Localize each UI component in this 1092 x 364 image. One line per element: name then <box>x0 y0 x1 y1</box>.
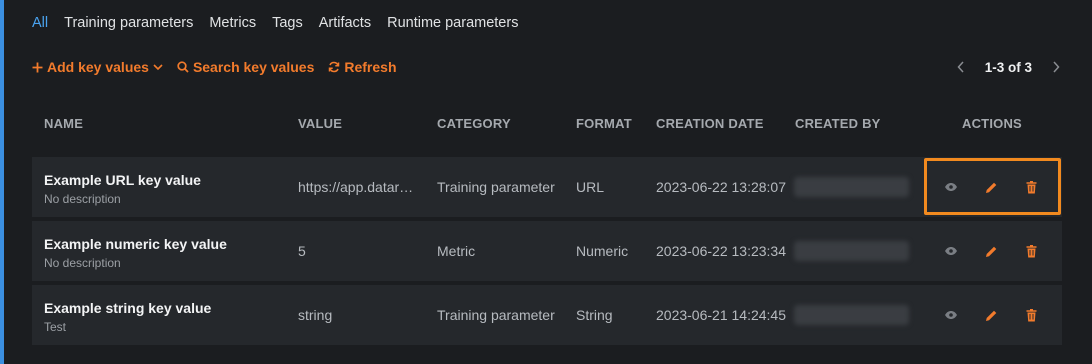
row-name: Example URL key value <box>44 172 201 188</box>
tab-bar: All Training parameters Metrics Tags Art… <box>32 15 518 35</box>
table-row[interactable]: Example URL key value No description htt… <box>32 157 1062 217</box>
prev-page-button[interactable] <box>957 61 965 73</box>
row-format: String <box>576 307 613 323</box>
row-created-by-redacted <box>794 177 909 197</box>
header-category[interactable]: CATEGORY <box>437 116 511 131</box>
eye-icon[interactable] <box>942 178 960 196</box>
row-description: No description <box>44 256 121 270</box>
row-category: Training parameter <box>437 307 555 323</box>
row-category: Training parameter <box>437 179 555 195</box>
plus-icon <box>32 62 43 73</box>
header-format[interactable]: FORMAT <box>576 116 632 131</box>
row-value: string <box>298 307 333 323</box>
row-actions <box>942 177 1040 197</box>
tab-artifacts[interactable]: Artifacts <box>319 15 371 35</box>
tab-runtime-parameters[interactable]: Runtime parameters <box>387 15 518 35</box>
row-description: No description <box>44 192 121 206</box>
row-actions <box>942 305 1040 325</box>
table-row[interactable]: Example string key value Test string Tra… <box>32 285 1062 345</box>
pencil-icon[interactable] <box>982 178 1000 196</box>
header-creation-date[interactable]: CREATION DATE <box>656 116 764 131</box>
row-value: https://app.datar… <box>298 179 414 195</box>
row-category: Metric <box>437 243 476 259</box>
trash-icon[interactable] <box>1022 306 1040 324</box>
row-creation-date: 2023-06-22 13:23:34 <box>656 243 786 259</box>
search-key-values-label: Search key values <box>192 59 315 75</box>
row-actions <box>942 241 1040 261</box>
eye-icon[interactable] <box>942 242 960 260</box>
tab-all[interactable]: All <box>32 15 48 35</box>
search-key-values-button[interactable]: Search key values <box>177 59 314 75</box>
pagination: 1-3 of 3 <box>957 57 1060 77</box>
row-format: URL <box>576 179 605 195</box>
trash-icon[interactable] <box>1022 242 1040 260</box>
tab-metrics[interactable]: Metrics <box>209 15 256 35</box>
chevron-down-icon <box>153 63 163 71</box>
trash-icon[interactable] <box>1022 178 1040 196</box>
tab-tags[interactable]: Tags <box>272 15 303 35</box>
header-value[interactable]: VALUE <box>298 116 342 131</box>
pencil-icon[interactable] <box>982 306 1000 324</box>
row-created-by-redacted <box>794 241 909 261</box>
toolbar: Add key values Search key values Refresh <box>32 57 397 77</box>
search-icon <box>177 61 189 73</box>
add-key-values-label: Add key values <box>47 59 149 75</box>
row-creation-date: 2023-06-21 14:24:45 <box>656 307 786 323</box>
header-name[interactable]: NAME <box>44 116 83 131</box>
refresh-icon <box>328 61 340 73</box>
pagination-label: 1-3 of 3 <box>984 59 1032 75</box>
tab-training-parameters[interactable]: Training parameters <box>64 15 193 35</box>
refresh-label: Refresh <box>344 59 397 75</box>
row-value: 5 <box>298 243 306 259</box>
left-accent-bar <box>0 0 4 364</box>
next-page-button[interactable] <box>1052 61 1060 73</box>
row-name: Example string key value <box>44 300 212 316</box>
pencil-icon[interactable] <box>982 242 1000 260</box>
refresh-button[interactable]: Refresh <box>328 59 397 75</box>
row-created-by-redacted <box>794 305 909 325</box>
eye-icon[interactable] <box>942 306 960 324</box>
header-created-by[interactable]: CREATED BY <box>795 116 881 131</box>
table-header: NAME VALUE CATEGORY FORMAT CREATION DATE… <box>32 113 1062 133</box>
row-creation-date: 2023-06-22 13:28:07 <box>656 179 786 195</box>
row-format: Numeric <box>576 243 629 259</box>
add-key-values-button[interactable]: Add key values <box>32 59 163 75</box>
row-name: Example numeric key value <box>44 236 227 252</box>
header-actions: ACTIONS <box>962 116 1022 131</box>
table-row[interactable]: Example numeric key value No description… <box>32 221 1062 281</box>
row-description: Test <box>44 320 67 334</box>
